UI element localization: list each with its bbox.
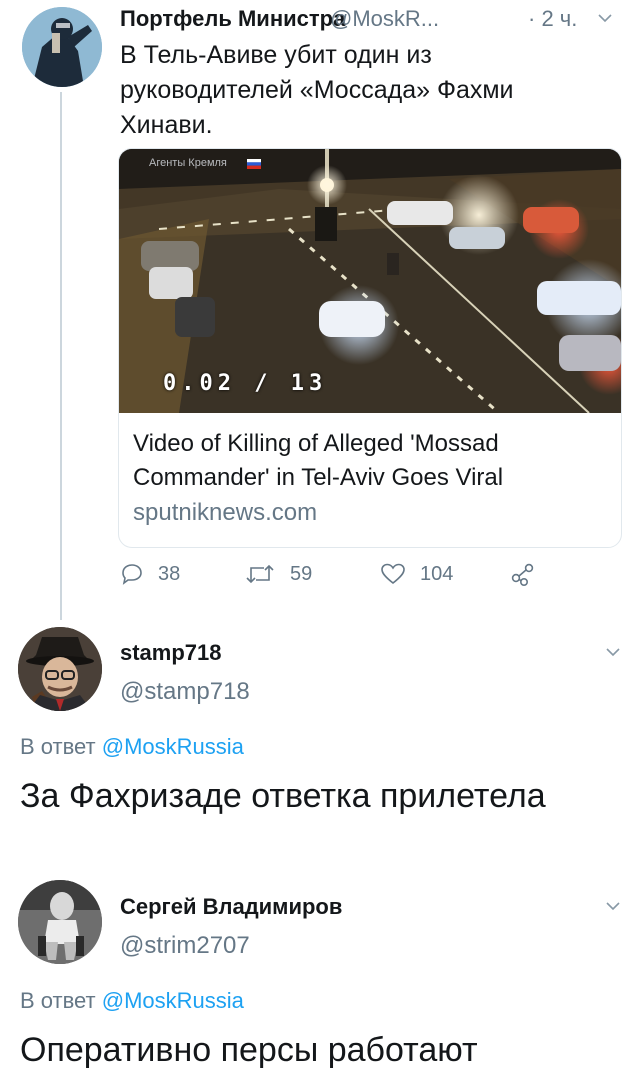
replying-to-handle-link[interactable]: @MoskRussia <box>102 734 244 759</box>
avatar-stamp718[interactable] <box>18 627 102 711</box>
replying-to-prefix: В ответ <box>20 734 96 759</box>
replying-to: В ответ @MoskRussia <box>20 988 244 1014</box>
replying-to-prefix: В ответ <box>20 988 96 1013</box>
video-timestamp: 0.02 / 13 <box>163 371 328 396</box>
avatar-portfel-ministra[interactable] <box>22 7 102 87</box>
card-domain[interactable]: sputniknews.com <box>133 499 317 527</box>
avatar-image <box>22 7 102 87</box>
reply-author-handle[interactable]: @stamp718 <box>120 678 250 706</box>
like-button[interactable]: 104 <box>380 562 453 586</box>
reply-text: За Фахризаде ответка прилетела <box>20 777 546 815</box>
retweet-button[interactable]: 59 <box>244 562 312 586</box>
chevron-down-icon[interactable] <box>598 14 612 23</box>
link-card[interactable]: Агенты Кремля 0.02 / 13 Video of Killing… <box>118 148 622 548</box>
thread-connector-line <box>60 92 62 620</box>
reply-count: 38 <box>158 562 181 585</box>
replying-to: В ответ @MoskRussia <box>20 734 244 760</box>
tweet-author-name[interactable]: Портфель Министра <box>120 6 345 32</box>
like-count: 104 <box>420 562 454 585</box>
avatar-image <box>18 880 102 964</box>
reply-text: Оперативно персы работают <box>20 1031 478 1069</box>
share-icon <box>511 563 534 586</box>
reply-author-handle[interactable]: @strim2707 <box>120 932 250 960</box>
replying-to-handle-link[interactable]: @MoskRussia <box>102 988 244 1013</box>
reply-author-name[interactable]: stamp718 <box>120 640 222 666</box>
avatar-strim2707[interactable] <box>18 880 102 964</box>
reply-icon <box>122 564 142 585</box>
share-button[interactable] <box>510 562 550 586</box>
card-title[interactable]: Video of Killing of Alleged 'Mossad Comm… <box>133 427 603 495</box>
tweet-text: В Тель-Авиве убит один из руководителей … <box>120 41 514 139</box>
tweet-time[interactable]: · 2 ч. <box>528 6 577 32</box>
like-icon <box>381 563 405 585</box>
chevron-down-icon[interactable] <box>606 902 620 911</box>
retweet-count: 59 <box>290 562 313 585</box>
reply-button[interactable]: 38 <box>120 562 180 586</box>
video-thumbnail[interactable]: Агенты Кремля 0.02 / 13 <box>119 149 621 413</box>
retweet-icon <box>246 564 274 584</box>
avatar-image <box>18 627 102 711</box>
video-watermark: Агенты Кремля <box>149 157 227 169</box>
chevron-down-icon[interactable] <box>606 648 620 657</box>
tweet-author-handle[interactable]: @MoskR... <box>330 6 439 32</box>
flag-icon <box>247 159 261 169</box>
reply-author-name[interactable]: Сергей Владимиров <box>120 894 342 920</box>
